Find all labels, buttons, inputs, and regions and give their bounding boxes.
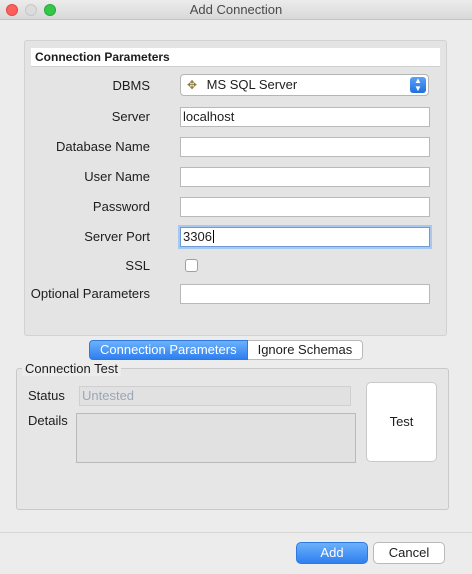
tab-ignore-schemas[interactable]: Ignore Schemas [247, 340, 364, 360]
section-title: Connection Parameters [31, 48, 440, 67]
text-caret [212, 230, 214, 243]
footer-divider [0, 532, 472, 533]
details-textarea[interactable] [76, 413, 356, 463]
database-name-input[interactable] [180, 137, 430, 157]
dbms-select[interactable]: ✥ MS SQL Server ▲ ▼ [180, 74, 429, 96]
connection-parameters-panel: Connection Parameters DBMS ✥ MS SQL Serv… [24, 40, 447, 336]
window-title: Add Connection [189, 2, 283, 17]
server-label: Server [111, 109, 150, 124]
user-name-label: User Name [84, 169, 150, 184]
dbms-label: DBMS [112, 78, 150, 93]
select-arrows-icon: ▲ ▼ [410, 77, 426, 93]
server-port-input[interactable]: 3306 [180, 227, 430, 247]
ssl-checkbox[interactable] [185, 259, 198, 272]
add-button[interactable]: Add [296, 542, 368, 564]
test-button[interactable]: Test [366, 382, 437, 462]
connection-test-legend: Connection Test [22, 361, 121, 376]
cancel-button[interactable]: Cancel [373, 542, 445, 564]
optional-parameters-input[interactable] [180, 284, 430, 304]
password-label: Password [92, 199, 150, 214]
tab-connection-parameters[interactable]: Connection Parameters [89, 340, 248, 360]
title-bar: Add Connection [0, 0, 472, 20]
optional-parameters-label: Optional Parameters [30, 286, 150, 301]
ssl-label: SSL [125, 258, 150, 273]
status-label: Status [28, 388, 65, 403]
database-name-label: Database Name [56, 139, 150, 154]
server-port-label: Server Port [84, 229, 150, 244]
user-name-input[interactable] [180, 167, 430, 187]
tab-bar: Connection Parameters Ignore Schemas [89, 340, 364, 360]
server-input[interactable]: localhost [180, 107, 430, 127]
database-driver-icon: ✥ [187, 78, 198, 92]
dbms-selected-value: MS SQL Server [206, 77, 298, 92]
password-input[interactable] [180, 197, 430, 217]
status-field: Untested [79, 386, 351, 406]
details-label: Details [28, 413, 68, 428]
server-port-value: 3306 [183, 229, 212, 244]
